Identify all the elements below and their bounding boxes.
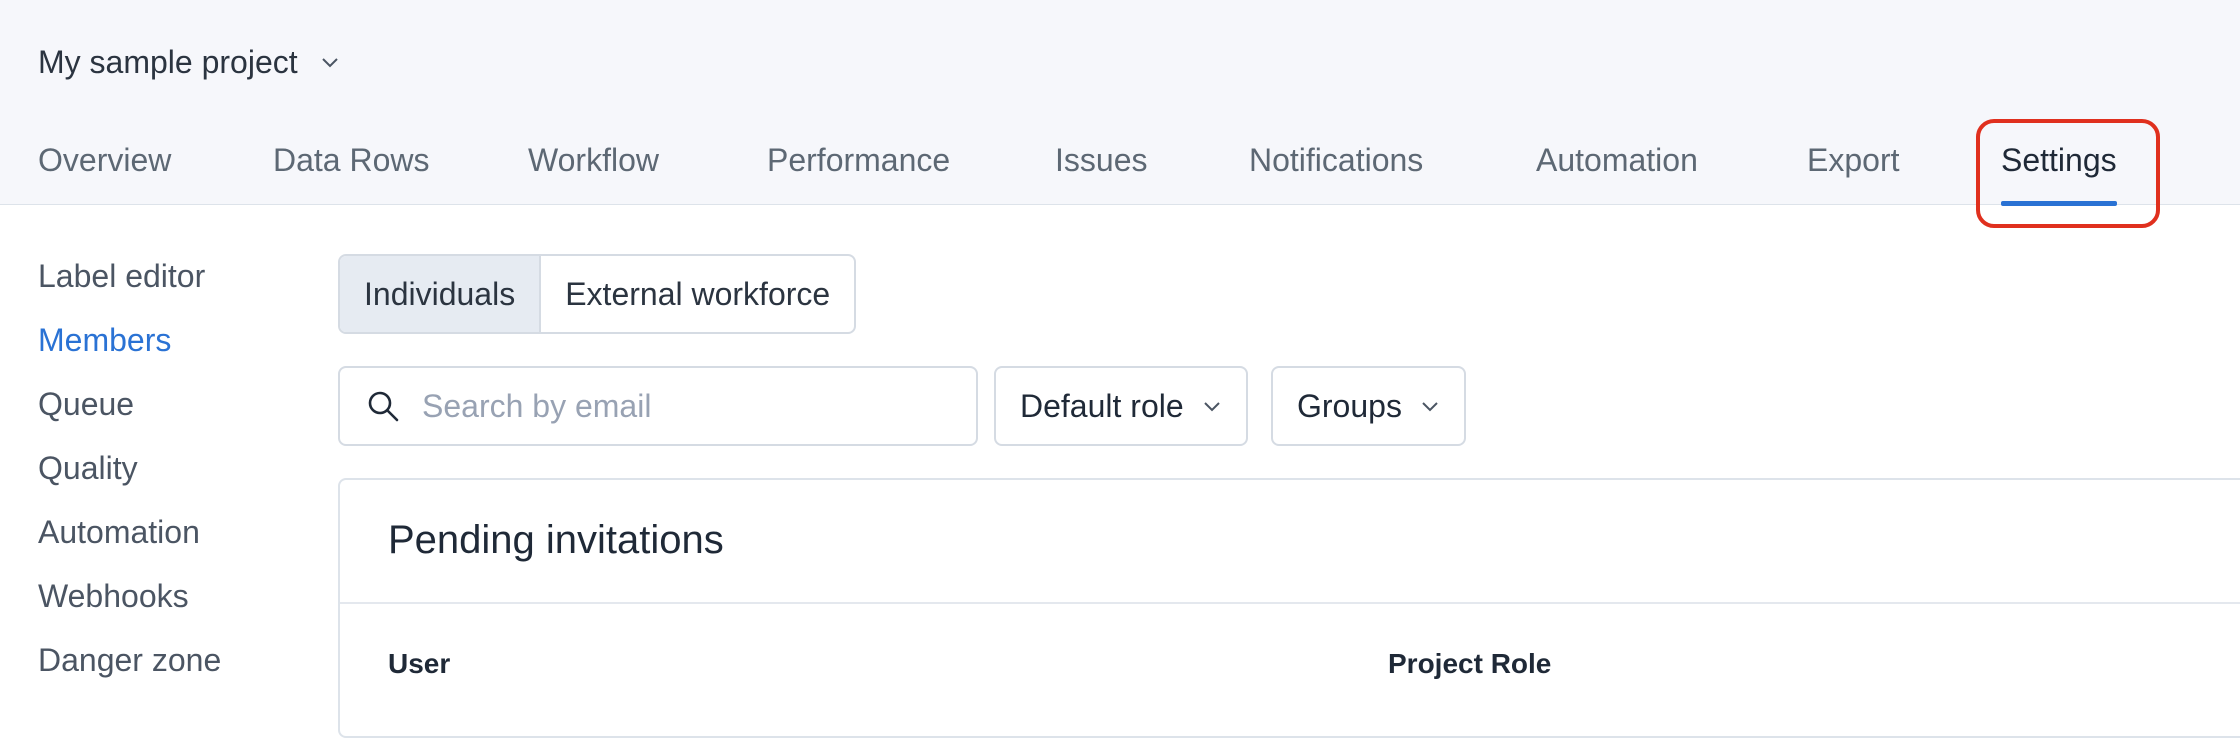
sidebar-item-label-editor[interactable]: Label editor — [38, 258, 205, 295]
search-box — [338, 366, 978, 446]
chevron-down-icon — [321, 58, 338, 68]
column-header-user: User — [388, 648, 451, 679]
groups-dropdown[interactable]: Groups — [1271, 366, 1466, 446]
tab-label: Data Rows — [273, 142, 430, 178]
sidebar-item-webhooks[interactable]: Webhooks — [38, 578, 189, 615]
tab-label: Notifications — [1249, 142, 1424, 178]
tab-performance[interactable]: Performance — [767, 130, 950, 205]
external-workforce-button[interactable]: External workforce — [541, 256, 854, 332]
project-selector[interactable]: My sample project — [38, 42, 340, 82]
tab-label: Overview — [38, 142, 172, 178]
search-input[interactable] — [422, 387, 942, 425]
sidebar-item-danger-zone[interactable]: Danger zone — [38, 642, 221, 679]
tab-issues[interactable]: Issues — [1055, 130, 1147, 205]
sidebar-item-quality[interactable]: Quality — [38, 450, 138, 487]
tab-export[interactable]: Export — [1807, 130, 1899, 205]
tab-label: Performance — [767, 142, 951, 178]
search-icon — [368, 391, 399, 422]
column-header-project-role: Project Role — [1388, 648, 1552, 679]
tab-label: Automation — [1536, 142, 1698, 178]
tab-overview[interactable]: Overview — [38, 130, 171, 205]
sidebar-item-automation[interactable]: Automation — [38, 514, 200, 551]
pending-invitations-panel: Pending invitations User Project Role — [338, 478, 2240, 738]
chevron-down-icon — [1422, 402, 1438, 412]
panel-divider — [340, 602, 2240, 604]
tab-label: Issues — [1055, 142, 1148, 178]
tab-label: Workflow — [528, 142, 659, 178]
sidebar-item-queue[interactable]: Queue — [38, 386, 134, 423]
member-type-toggle: Individuals External workforce — [338, 254, 857, 334]
tab-workflow[interactable]: Workflow — [528, 130, 659, 205]
project-tabs: Overview Data Rows Workflow Performance … — [0, 130, 2240, 206]
project-name: My sample project — [38, 43, 298, 80]
sidebar-item-members[interactable]: Members — [38, 322, 171, 359]
groups-label: Groups — [1297, 387, 1402, 424]
project-header: My sample project Overview Data Rows Wor… — [0, 0, 2240, 206]
active-tab-indicator — [2001, 201, 2117, 206]
tab-data-rows[interactable]: Data Rows — [273, 130, 430, 205]
pending-invitations-title: Pending invitations — [388, 518, 724, 562]
tab-notifications[interactable]: Notifications — [1249, 130, 1423, 205]
default-role-dropdown[interactable]: Default role — [994, 366, 1248, 446]
default-role-label: Default role — [1020, 387, 1184, 424]
tab-automation[interactable]: Automation — [1536, 130, 1698, 205]
tab-label: Export — [1807, 142, 1900, 178]
chevron-down-icon — [1203, 402, 1220, 412]
tab-label: Settings — [2001, 142, 2117, 178]
tab-settings[interactable]: Settings — [2001, 130, 2117, 206]
individuals-button[interactable]: Individuals — [340, 256, 542, 332]
